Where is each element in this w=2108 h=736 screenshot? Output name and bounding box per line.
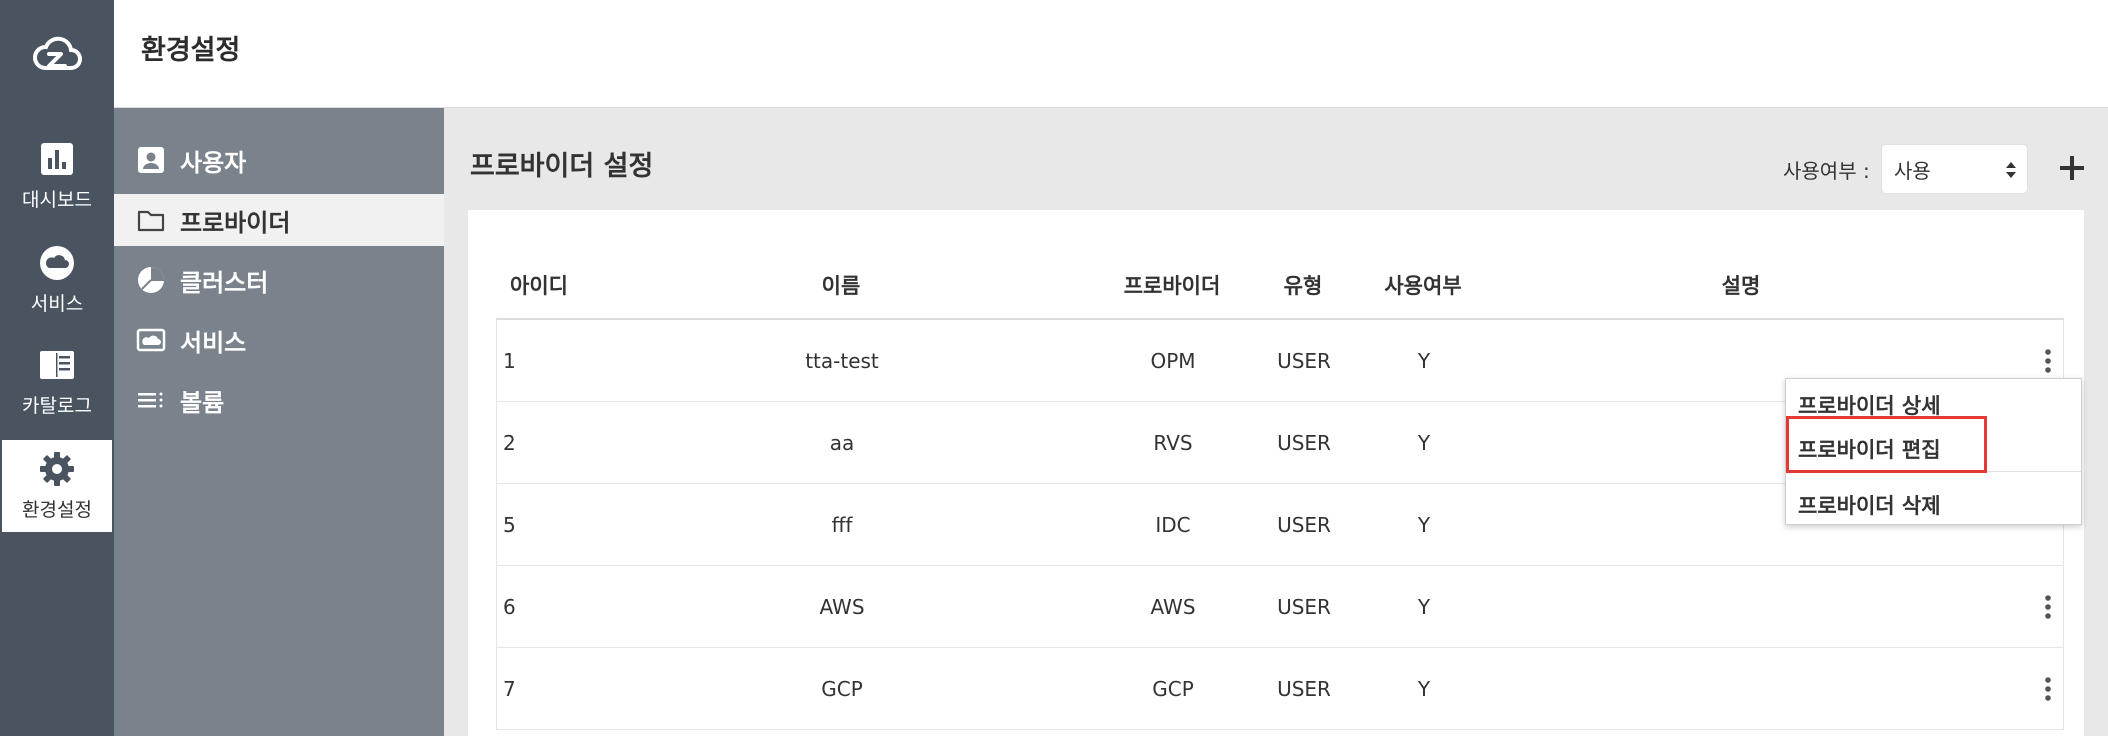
cell-use: Y <box>1417 677 1431 701</box>
pie-chart-icon <box>138 267 164 293</box>
gear-icon <box>40 451 74 486</box>
sidebar-item-label: 사용자 <box>180 148 247 177</box>
cell-type: USER <box>1277 677 1331 701</box>
more-actions-icon[interactable] <box>2042 593 2054 621</box>
sidebar-item-label: 프로바이더 <box>180 208 291 237</box>
folder-icon <box>137 210 165 232</box>
menu-item-label: 프로바이더 편집 <box>1798 438 1941 462</box>
sidebar-item-volumes[interactable]: 볼륨 <box>114 374 444 426</box>
sidebar-item-providers[interactable]: 프로바이더 <box>114 194 444 246</box>
cell-use: Y <box>1417 595 1431 619</box>
column-header-id[interactable]: 아이디 <box>510 270 568 300</box>
cell-name: fff <box>831 513 853 537</box>
image-icon <box>136 328 166 352</box>
column-header-type[interactable]: 유형 <box>1284 270 1323 300</box>
add-icon[interactable] <box>2054 150 2090 186</box>
rail-item-service[interactable]: 서비스 <box>0 234 114 326</box>
menu-item-provider-edit[interactable]: 프로바이더 편집 <box>1786 427 2081 471</box>
cloud-logo-icon <box>33 36 82 70</box>
cell-provider: AWS <box>1150 595 1196 619</box>
column-header-provider[interactable]: 프로바이더 <box>1124 270 1221 300</box>
section-title: 프로바이더 설정 <box>470 151 654 182</box>
column-header-name[interactable]: 이름 <box>822 270 861 300</box>
cell-provider: RVS <box>1153 431 1193 455</box>
cell-type: USER <box>1277 431 1331 455</box>
cell-provider: IDC <box>1155 513 1191 537</box>
cloud-icon <box>40 245 74 280</box>
cell-type: USER <box>1277 513 1331 537</box>
cell-use: Y <box>1417 349 1431 373</box>
row-actions-menu: 프로바이더 상세 프로바이더 편집 프로바이더 삭제 <box>1785 378 2082 525</box>
table-row[interactable]: 6 AWS AWS USER Y <box>497 566 2063 648</box>
sub-sidebar: 사용자 프로바이더 클러스터 서비스 볼륨 <box>114 108 444 736</box>
cell-type: USER <box>1277 349 1331 373</box>
cell-id: 2 <box>503 431 516 455</box>
more-actions-icon[interactable] <box>2042 675 2054 703</box>
icon-rail: 대시보드 서비스 카탈로그 환경설정 <box>0 108 114 736</box>
rail-item-label: 대시보드 <box>22 188 92 211</box>
cell-name: AWS <box>819 595 865 619</box>
filter-label: 사용여부 : <box>1783 159 1870 183</box>
cell-name: GCP <box>821 677 863 701</box>
select-arrows-icon <box>2006 162 2016 178</box>
sidebar-item-label: 서비스 <box>180 328 247 357</box>
menu-item-label: 프로바이더 삭제 <box>1798 494 1941 518</box>
table-header: 아이디 이름 프로바이더 유형 사용여부 설명 <box>468 270 2084 310</box>
more-actions-icon[interactable] <box>2042 347 2054 375</box>
filter-select-value: 사용 <box>1894 158 1931 183</box>
table-row[interactable]: 7 GCP GCP USER Y <box>497 648 2063 730</box>
cell-id: 6 <box>503 595 516 619</box>
column-header-description[interactable]: 설명 <box>1722 270 1761 300</box>
sidebar-item-clusters[interactable]: 클러스터 <box>114 254 444 306</box>
cell-use: Y <box>1417 431 1431 455</box>
cell-id: 1 <box>503 349 516 373</box>
cell-use: Y <box>1417 513 1431 537</box>
user-icon <box>138 147 164 173</box>
rail-item-dashboard[interactable]: 대시보드 <box>0 130 114 222</box>
page-title: 환경설정 <box>141 35 241 66</box>
menu-item-provider-delete[interactable]: 프로바이더 삭제 <box>1786 483 2081 527</box>
column-header-use[interactable]: 사용여부 <box>1384 270 1461 300</box>
rail-item-catalog[interactable]: 카탈로그 <box>0 336 114 428</box>
menu-divider <box>1786 471 2081 472</box>
rail-item-label: 환경설정 <box>22 498 92 521</box>
rail-item-label: 카탈로그 <box>22 394 92 417</box>
cell-name: tta-test <box>805 349 879 373</box>
use-filter-select[interactable]: 사용 <box>1881 144 2028 194</box>
top-bar: 환경설정 <box>0 0 2108 108</box>
menu-item-provider-detail[interactable]: 프로바이더 상세 <box>1786 383 2081 427</box>
sidebar-item-label: 볼륨 <box>180 388 225 417</box>
cell-provider: OPM <box>1150 349 1196 373</box>
sidebar-item-label: 클러스터 <box>180 268 269 297</box>
logo[interactable] <box>0 0 114 108</box>
sidebar-item-services[interactable]: 서비스 <box>114 314 444 366</box>
sidebar-item-users[interactable]: 사용자 <box>114 134 444 186</box>
cell-id: 5 <box>503 513 516 537</box>
cell-id: 7 <box>503 677 516 701</box>
cell-type: USER <box>1277 595 1331 619</box>
dashboard-icon <box>41 142 73 175</box>
rail-item-settings[interactable]: 환경설정 <box>2 440 112 532</box>
catalog-icon <box>40 350 74 379</box>
cell-provider: GCP <box>1152 677 1194 701</box>
rail-item-label: 서비스 <box>30 292 84 315</box>
cell-name: aa <box>829 431 855 455</box>
list-icon <box>138 392 163 408</box>
menu-item-label: 프로바이더 상세 <box>1798 394 1941 418</box>
